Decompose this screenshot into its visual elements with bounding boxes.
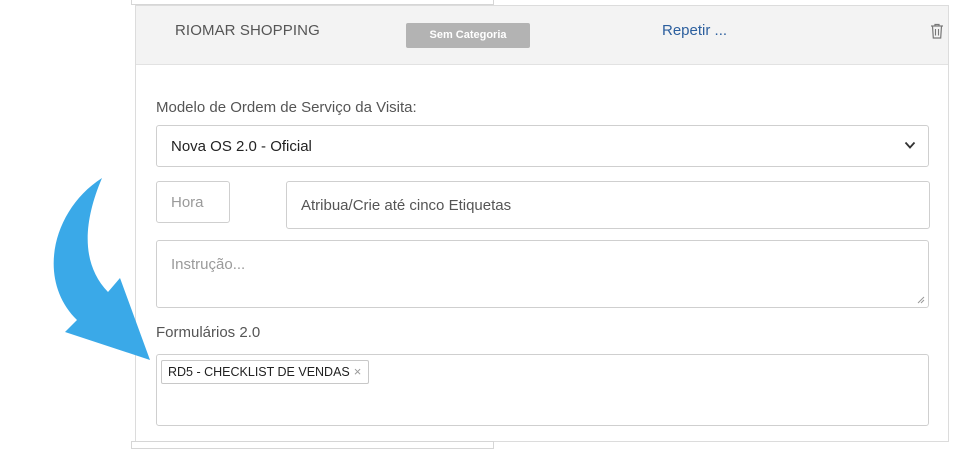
tags-input[interactable]: Atribua/Crie até cinco Etiquetas	[286, 181, 930, 229]
model-label: Modelo de Ordem de Serviço da Visita:	[156, 99, 417, 116]
chevron-down-icon	[904, 141, 916, 149]
forms-select[interactable]: RD5 - CHECKLIST DE VENDAS ×	[156, 354, 929, 426]
form-chip: RD5 - CHECKLIST DE VENDAS ×	[161, 360, 370, 384]
trash-icon[interactable]	[930, 23, 944, 39]
store-title: RIOMAR SHOPPING	[175, 22, 320, 39]
category-badge[interactable]: Sem Categoria	[406, 23, 530, 48]
form-chip-label: RD5 - CHECKLIST DE VENDAS	[168, 365, 350, 379]
close-icon[interactable]: ×	[354, 364, 362, 379]
instruction-textarea[interactable]: Instrução...	[156, 240, 929, 308]
curved-arrow-icon	[53, 178, 150, 360]
instruction-placeholder: Instrução...	[171, 256, 246, 273]
time-placeholder: Hora	[171, 194, 204, 211]
time-input[interactable]: Hora	[156, 181, 230, 223]
card-header: RIOMAR SHOPPING Sem Categoria Repetir ..…	[136, 6, 948, 65]
repeat-link[interactable]: Repetir ...	[662, 22, 727, 39]
model-select[interactable]: Nova OS 2.0 - Oficial	[156, 125, 929, 167]
resize-handle-icon[interactable]	[916, 295, 925, 304]
tags-placeholder: Atribua/Crie até cinco Etiquetas	[301, 197, 512, 214]
visit-card: RIOMAR SHOPPING Sem Categoria Repetir ..…	[135, 5, 949, 442]
model-select-value: Nova OS 2.0 - Oficial	[171, 138, 312, 155]
next-card-edge	[131, 441, 494, 449]
forms-label: Formulários 2.0	[156, 324, 261, 341]
